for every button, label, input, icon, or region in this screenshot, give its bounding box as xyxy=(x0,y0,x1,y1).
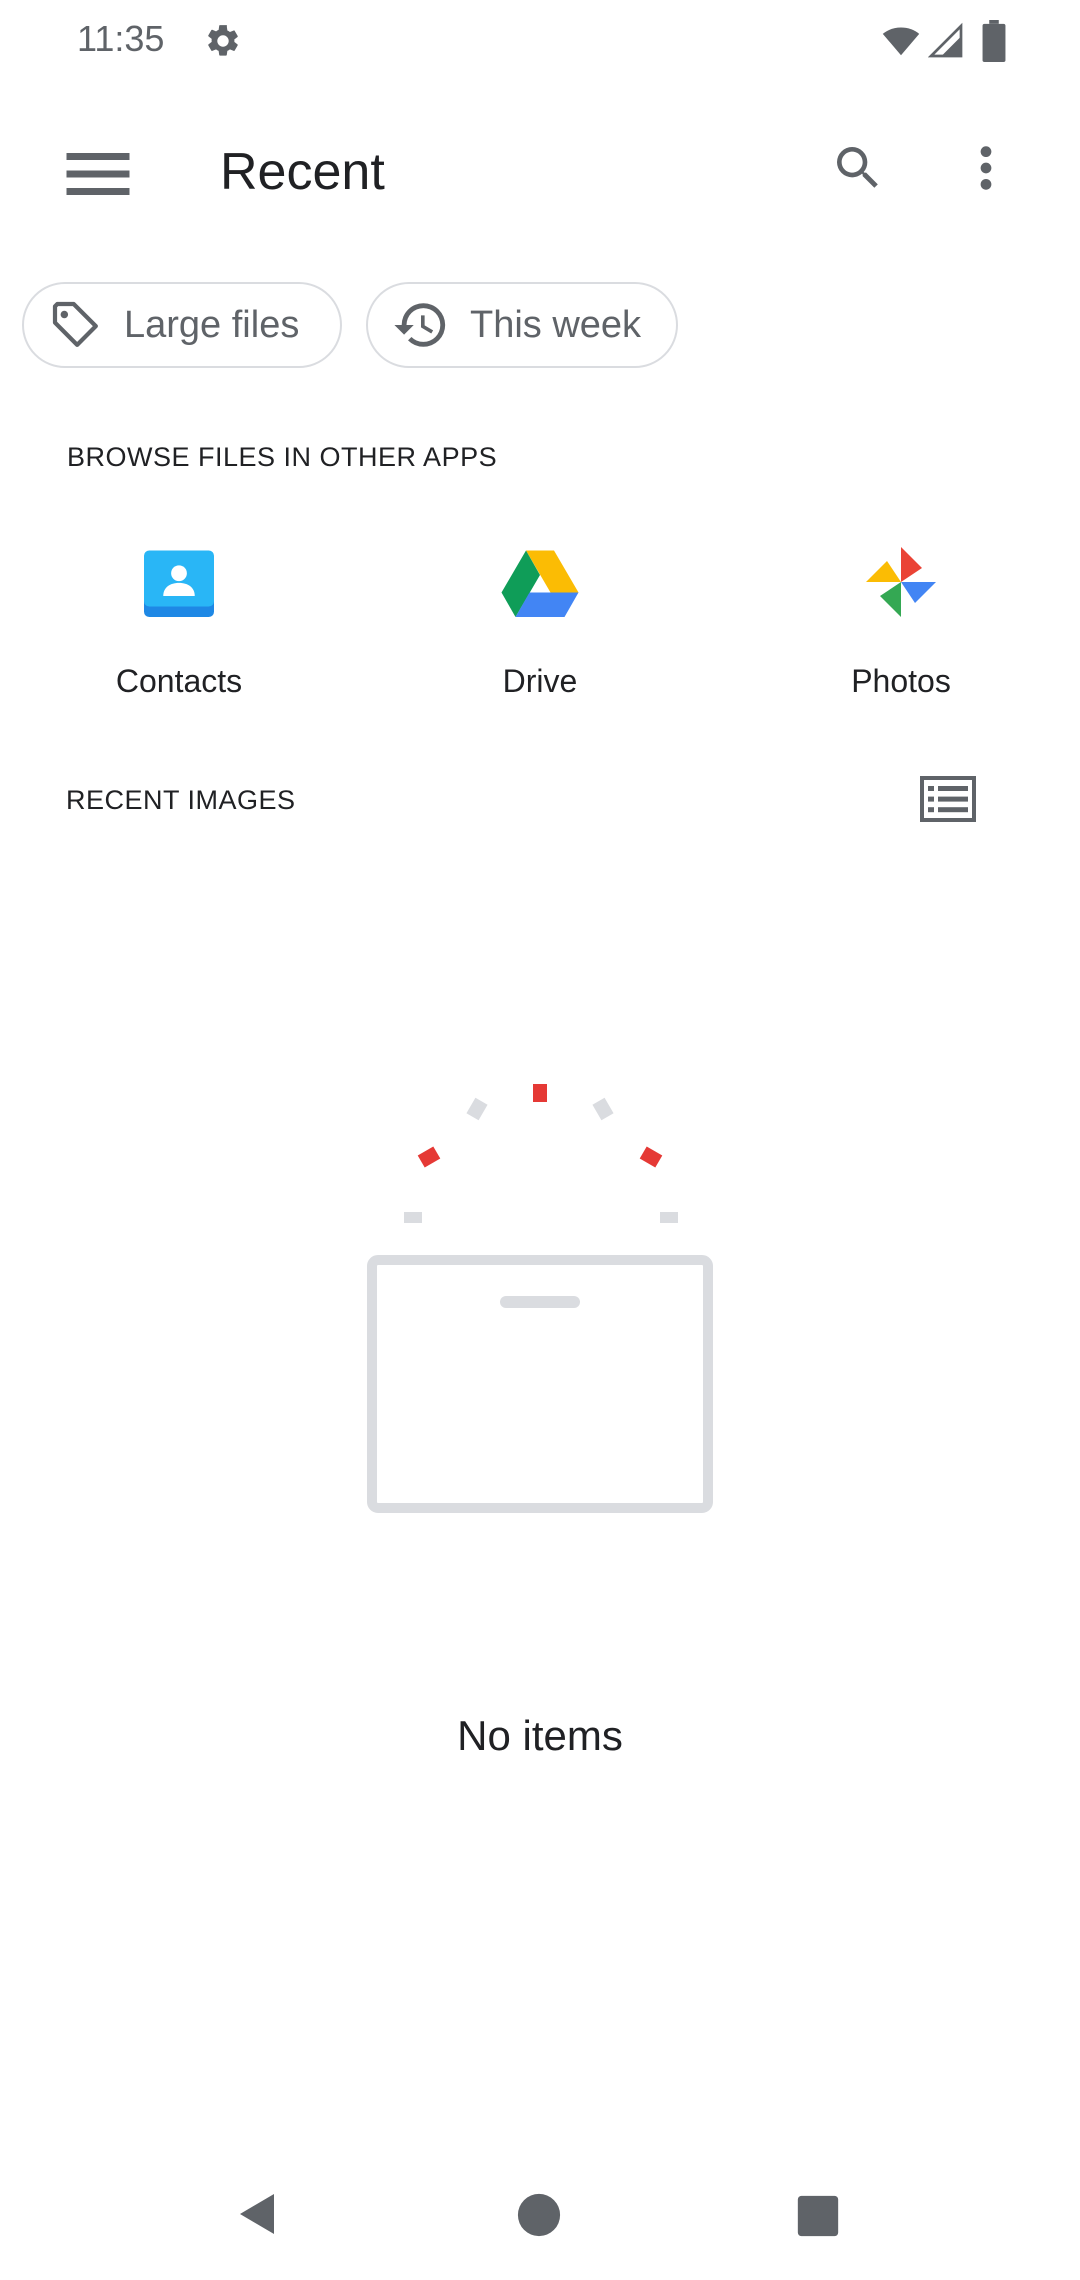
more-vert-icon[interactable] xyxy=(966,140,1006,196)
chip-label: Large files xyxy=(124,303,300,346)
status-time: 11:35 xyxy=(77,18,165,59)
app-shortcut-drive[interactable]: Drive xyxy=(415,540,665,700)
app-label: Drive xyxy=(502,663,578,699)
signal-icon xyxy=(928,22,963,58)
app-label: Photos xyxy=(851,663,951,699)
empty-state-text: No items xyxy=(457,1712,623,1759)
menu-icon[interactable] xyxy=(56,132,140,216)
browse-apps-heading: BROWSE FILES IN OTHER APPS xyxy=(67,442,498,472)
battery-icon xyxy=(982,20,1006,62)
chip-large-files[interactable]: Large files xyxy=(22,282,342,368)
app-label: Contacts xyxy=(115,663,243,699)
chip-this-week[interactable]: This week xyxy=(366,282,678,368)
app-shortcut-contacts[interactable]: Contacts xyxy=(54,540,304,700)
tag-icon xyxy=(52,301,98,347)
contacts-app-icon xyxy=(144,550,214,617)
search-icon[interactable] xyxy=(830,140,886,196)
chip-label: This week xyxy=(470,303,642,346)
list-view-icon[interactable] xyxy=(920,776,976,822)
empty-state-illustration xyxy=(367,1084,713,1513)
drive-app-icon xyxy=(501,550,579,617)
photos-app-icon xyxy=(866,547,936,617)
page-title: Recent xyxy=(220,143,385,201)
back-icon[interactable] xyxy=(234,2190,282,2238)
home-icon[interactable] xyxy=(516,2192,562,2238)
recents-icon[interactable] xyxy=(796,2194,840,2238)
gear-icon xyxy=(208,25,238,56)
app-shortcut-photos[interactable]: Photos xyxy=(776,540,1026,700)
history-icon xyxy=(394,303,446,347)
recent-images-heading: RECENT IMAGES xyxy=(66,785,296,815)
wifi-icon xyxy=(882,27,920,56)
